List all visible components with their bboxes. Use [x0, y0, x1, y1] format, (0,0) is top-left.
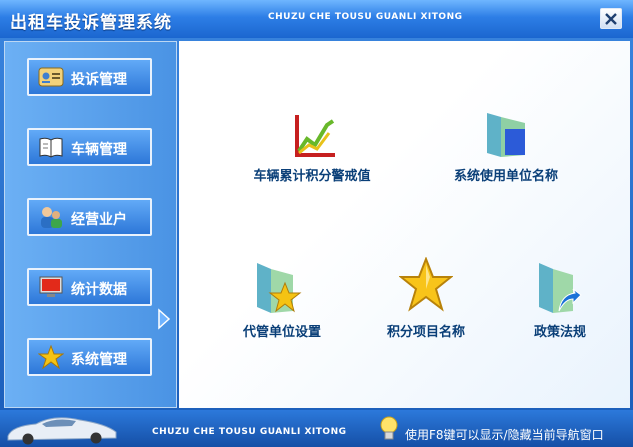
collapse-arrow-icon[interactable] — [157, 308, 171, 330]
book-icon — [39, 137, 63, 158]
item-system-unit-name[interactable]: 系统使用单位名称 — [421, 109, 591, 184]
close-icon — [605, 13, 617, 25]
star-icon — [399, 257, 453, 312]
item-policy-regulations[interactable]: 政策法规 — [515, 259, 605, 340]
item-label: 系统使用单位名称 — [453, 169, 558, 184]
nav-system-management[interactable]: 系统管理 — [27, 338, 152, 376]
item-label: 车辆累计积分警戒值 — [253, 169, 371, 184]
footer-subtitle: CHUZU CHE TOUSU GUANLI XITONG — [152, 427, 347, 437]
app-window: 出租车投诉管理系统 CHUZU CHE TOUSU GUANLI XITONG … — [0, 0, 633, 447]
nav-vehicle-management[interactable]: 车辆管理 — [27, 128, 152, 166]
line-chart-icon — [295, 115, 335, 157]
item-custody-unit-settings[interactable]: 代管单位设置 — [227, 259, 337, 340]
app-title: 出租车投诉管理系统 — [10, 13, 172, 33]
nav-label: 经营业户 — [71, 212, 127, 228]
nav-business-households[interactable]: 经营业户 — [27, 198, 152, 236]
item-vehicle-points-threshold[interactable]: 车辆累计积分警戒值 — [227, 113, 397, 184]
item-label: 积分项目名称 — [386, 325, 465, 340]
item-points-project-name[interactable]: 积分项目名称 — [371, 257, 481, 340]
complaint-card-icon — [38, 67, 64, 87]
nav-complaint-management[interactable]: 投诉管理 — [27, 58, 152, 96]
star-icon — [38, 345, 64, 369]
status-bar: CHUZU CHE TOUSU GUANLI XITONG 使用F8键可以显示/… — [0, 410, 633, 447]
folder-icon — [487, 113, 525, 157]
users-icon — [41, 207, 62, 228]
main-panel: 车辆累计积分警戒值 系统使用单位名称 代管单位设置 积分项目名称 政策法规 — [179, 41, 630, 408]
item-label: 代管单位设置 — [242, 325, 321, 340]
folder-star-icon — [257, 263, 302, 313]
nav-label: 投诉管理 — [71, 72, 127, 88]
item-label: 政策法规 — [533, 325, 586, 340]
app-subtitle: CHUZU CHE TOUSU GUANLI XITONG — [268, 12, 463, 22]
title-bar: 出租车投诉管理系统 CHUZU CHE TOUSU GUANLI XITONG — [0, 0, 633, 38]
nav-label: 系统管理 — [71, 352, 127, 368]
car-icon — [7, 417, 117, 445]
navigation-sidebar: 投诉管理 车辆管理 经营业户 统计数据 系统管理 — [4, 41, 177, 408]
lightbulb-icon — [380, 416, 398, 440]
nav-statistics[interactable]: 统计数据 — [27, 268, 152, 306]
monitor-icon — [39, 276, 63, 297]
nav-label: 统计数据 — [71, 282, 127, 298]
navigation-hint: 使用F8键可以显示/隐藏当前导航窗口 — [405, 428, 604, 442]
close-button[interactable] — [600, 8, 622, 29]
nav-label: 车辆管理 — [71, 142, 127, 158]
folder-arrow-icon — [539, 263, 582, 313]
